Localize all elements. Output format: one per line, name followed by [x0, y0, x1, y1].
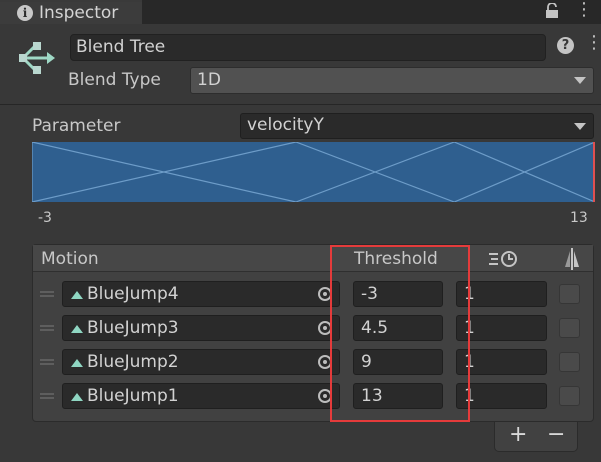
mirror-checkbox[interactable] — [559, 386, 580, 406]
motion-name: BlueJump1 — [87, 386, 179, 406]
animation-clip-icon — [71, 393, 83, 401]
motion-field[interactable]: BlueJump2 — [62, 349, 340, 375]
info-icon: i — [17, 5, 33, 21]
motion-field[interactable]: BlueJump3 — [62, 315, 340, 341]
parameter-label: Parameter — [32, 116, 121, 136]
blend-tree-name-field[interactable]: Blend Tree — [70, 34, 546, 61]
blend-type-label: Blend Type — [68, 70, 161, 90]
remove-motion-button[interactable]: − — [547, 424, 565, 446]
mirror-checkbox[interactable] — [559, 352, 580, 372]
add-motion-button[interactable]: + — [509, 424, 527, 446]
graph-background — [32, 142, 595, 202]
help-icon[interactable]: ? — [557, 37, 574, 54]
header-divider — [0, 104, 601, 105]
blend-type-value: 1D — [197, 70, 221, 90]
blend-tree-icon — [19, 42, 55, 74]
parameter-dropdown[interactable]: velocityY — [240, 113, 594, 139]
time-scale-icon[interactable] — [488, 249, 518, 269]
drag-handle-icon[interactable] — [40, 291, 54, 297]
blend-type-dropdown[interactable]: 1D — [190, 67, 594, 94]
chevron-down-icon — [574, 77, 586, 84]
parameter-value: velocityY — [247, 115, 324, 135]
blend-tree-name: Blend Tree — [76, 37, 166, 57]
lock-icon[interactable] — [545, 3, 559, 19]
graph-max-label: 13 — [570, 210, 588, 226]
animation-clip-icon — [71, 359, 83, 367]
motion-name: BlueJump4 — [87, 284, 179, 304]
tab-title: Inspector — [39, 3, 119, 23]
chevron-down-icon — [574, 123, 586, 130]
threshold-column-highlight — [330, 245, 470, 422]
motion-field[interactable]: BlueJump1 — [62, 383, 340, 409]
motion-name: BlueJump2 — [87, 352, 179, 372]
tab-inspector[interactable]: i Inspector — [0, 0, 142, 24]
list-footer: + − — [494, 422, 578, 452]
motion-name: BlueJump3 — [87, 318, 179, 338]
drag-handle-icon[interactable] — [40, 393, 54, 399]
mirror-checkbox[interactable] — [559, 284, 580, 304]
motion-column-header: Motion — [41, 249, 99, 269]
motion-field[interactable]: BlueJump4 — [62, 281, 340, 307]
animation-clip-icon — [71, 291, 83, 299]
drag-handle-icon[interactable] — [40, 325, 54, 331]
animation-clip-icon — [71, 325, 83, 333]
graph-min-label: -3 — [38, 210, 52, 226]
drag-handle-icon[interactable] — [40, 359, 54, 365]
mirror-icon[interactable] — [564, 247, 580, 271]
blend-graph — [32, 142, 595, 202]
mirror-checkbox[interactable] — [559, 318, 580, 338]
kebab-menu-icon[interactable]: ⋮ — [575, 1, 593, 19]
component-menu-icon[interactable]: ⋮ — [585, 34, 601, 52]
